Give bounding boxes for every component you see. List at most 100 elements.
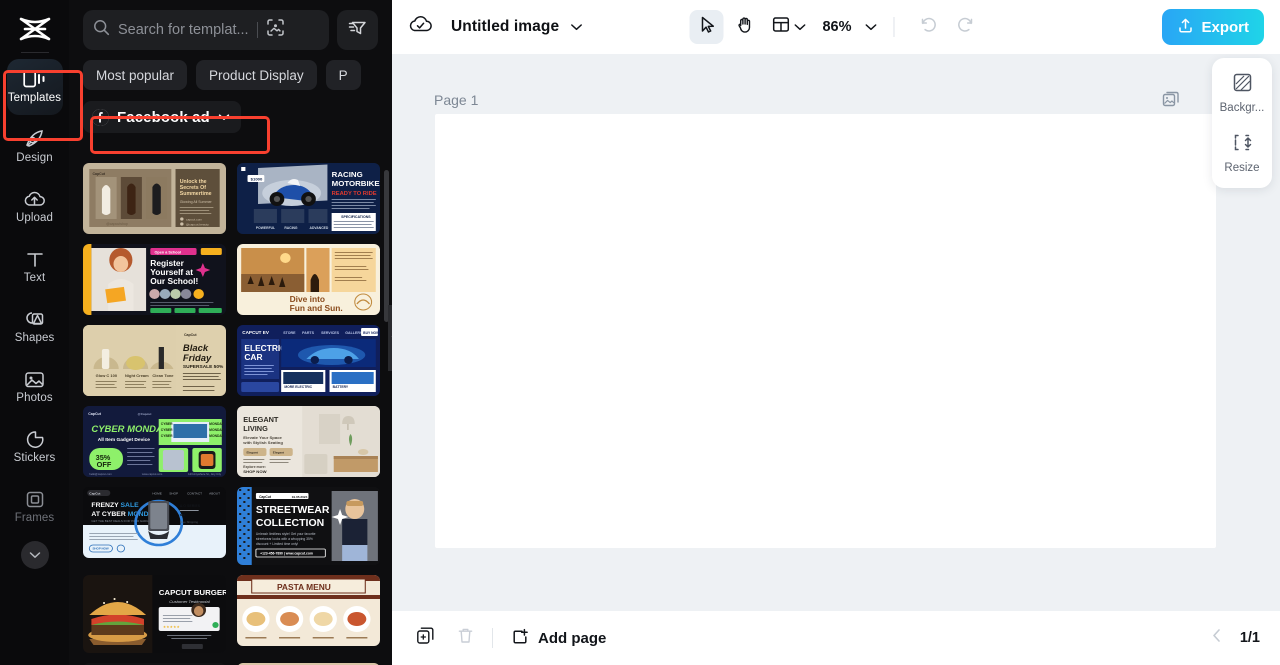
templates-icon bbox=[23, 69, 46, 89]
svg-text:Customer Testimonial: Customer Testimonial bbox=[169, 599, 210, 604]
document-title-button[interactable]: Untitled image bbox=[451, 18, 583, 36]
svg-text:GALLERY: GALLERY bbox=[345, 331, 363, 335]
image-search-icon[interactable] bbox=[266, 18, 285, 42]
page-indicator: 1/1 bbox=[1239, 630, 1260, 646]
filter-button[interactable] bbox=[337, 10, 378, 50]
template-card[interactable]: Open a School Register Yourself at Our S… bbox=[83, 244, 226, 315]
page-tools[interactable] bbox=[1162, 90, 1180, 113]
export-button[interactable]: Export bbox=[1162, 9, 1264, 45]
duplicate-image-icon[interactable] bbox=[1162, 90, 1180, 113]
redo-button[interactable] bbox=[949, 10, 983, 44]
template-card[interactable]: CapCut 19.05.2024 STREETWEAR COLLECTION … bbox=[237, 487, 380, 565]
template-card[interactable]: Glow C 100 Night Cream Clean Tone CapCut… bbox=[83, 325, 226, 396]
capcut-logo-icon[interactable] bbox=[13, 10, 57, 48]
templates-panel: Search for templat... Most popular Produ… bbox=[69, 0, 392, 665]
sidebar-item-label: Shapes bbox=[14, 331, 55, 344]
category-facebook-ad-button[interactable]: Facebook ad bbox=[83, 101, 241, 133]
app-root: Templates Design Upload Text Shapes Phot… bbox=[0, 0, 1280, 665]
prev-page-button[interactable] bbox=[1211, 628, 1222, 648]
svg-text:CapCut: CapCut bbox=[92, 172, 106, 176]
svg-text:MORE ELECTRIC: MORE ELECTRIC bbox=[284, 385, 312, 389]
hand-tool-button[interactable] bbox=[727, 10, 761, 44]
sidebar-item-label: Upload bbox=[15, 211, 54, 224]
chevron-down-icon bbox=[793, 18, 806, 36]
canvas-workspace[interactable]: Page 1 Backgr... Resize bbox=[392, 54, 1280, 611]
sidebar-item-label: Frames bbox=[14, 511, 55, 524]
template-card[interactable]: CAPCUT BURGER Customer Testimonial ★★★★★ bbox=[83, 575, 226, 653]
delete-page-button[interactable] bbox=[452, 625, 478, 651]
template-card[interactable]: CAPCUT EV STORE PARTS SERVICES GALLERY B… bbox=[237, 325, 380, 396]
hand-icon bbox=[735, 15, 754, 39]
svg-text:CAR: CAR bbox=[244, 353, 262, 362]
template-card[interactable]: $1000 RACING MOTORBIKE READY TO RIDE SPE… bbox=[237, 163, 380, 234]
duplicate-page-button[interactable] bbox=[412, 625, 438, 651]
sidebar-item-design[interactable]: Design bbox=[7, 119, 63, 175]
template-card[interactable]: ELEGANT LIVING Elevate Your Space with S… bbox=[237, 406, 380, 477]
svg-text:123 Anywhere St., Any City: 123 Anywhere St., Any City bbox=[188, 472, 222, 476]
svg-text:$1000: $1000 bbox=[251, 177, 263, 182]
svg-text:STORE: STORE bbox=[283, 331, 296, 335]
svg-text:★★★★★: ★★★★★ bbox=[163, 625, 181, 629]
sidebar-item-label: Stickers bbox=[13, 451, 56, 464]
svg-text:Elegant: Elegant bbox=[273, 451, 284, 455]
svg-text:www.capcut.com: www.capcut.com bbox=[142, 472, 163, 476]
svg-text:Dive into: Dive into bbox=[290, 295, 325, 304]
svg-text:CAPCUT EV: CAPCUT EV bbox=[242, 330, 269, 335]
svg-text:All Item Gadget Device: All Item Gadget Device bbox=[98, 437, 151, 442]
left-sidebar: Templates Design Upload Text Shapes Phot… bbox=[0, 0, 69, 665]
svg-text:STREETWEAR: STREETWEAR bbox=[256, 505, 330, 516]
template-panel-scrollbar[interactable] bbox=[384, 170, 389, 322]
chip-product-display[interactable]: Product Display bbox=[196, 60, 317, 90]
search-input[interactable]: Search for templat... bbox=[83, 10, 329, 50]
layout-tool-button[interactable] bbox=[771, 15, 806, 39]
document-title: Untitled image bbox=[451, 18, 560, 35]
bottom-bar: Add page 1/1 bbox=[392, 611, 1280, 665]
add-page-button[interactable]: Add page bbox=[511, 627, 606, 650]
svg-text:Friday: Friday bbox=[183, 353, 212, 363]
sidebar-item-text[interactable]: Text bbox=[7, 239, 63, 295]
template-card[interactable]: Dive into Fun and Sun. bbox=[237, 244, 380, 315]
sidebar-item-upload[interactable]: Upload bbox=[7, 179, 63, 235]
stickers-icon bbox=[24, 430, 45, 449]
design-canvas[interactable] bbox=[435, 114, 1216, 548]
template-card[interactable]: Unlock the Secrets Of Summertime Glowing… bbox=[83, 163, 226, 234]
sidebar-item-frames[interactable]: Frames bbox=[7, 479, 63, 535]
cloud-saved-icon[interactable] bbox=[408, 14, 433, 40]
svg-text:SUPERSALE 50%: SUPERSALE 50% bbox=[183, 364, 224, 369]
category-selector-row: Facebook ad bbox=[83, 101, 378, 133]
svg-text:CAPCUT BURGER: CAPCUT BURGER bbox=[159, 588, 226, 597]
chip-most-popular[interactable]: Most popular bbox=[83, 60, 188, 90]
svg-text:MOTORBIKE: MOTORBIKE bbox=[332, 179, 380, 188]
svg-text:Free Shipping: Free Shipping bbox=[180, 520, 199, 524]
chevron-down-icon bbox=[570, 18, 583, 36]
svg-text:CYBER: CYBER bbox=[161, 428, 173, 432]
svg-text:+123-456-7890 | www.capcut.com: +123-456-7890 | www.capcut.com bbox=[260, 552, 313, 556]
panel-collapse-handle[interactable] bbox=[388, 305, 392, 371]
sidebar-item-templates[interactable]: Templates bbox=[6, 59, 63, 115]
photos-icon bbox=[24, 370, 45, 389]
svg-text:Summertime: Summertime bbox=[180, 191, 212, 197]
sidebar-item-stickers[interactable]: Stickers bbox=[7, 419, 63, 475]
layout-icon bbox=[771, 15, 790, 39]
sidebar-item-shapes[interactable]: Shapes bbox=[7, 299, 63, 355]
dock-item-background[interactable]: Backgr... bbox=[1215, 66, 1269, 120]
category-chips: Most popular Product Display P bbox=[83, 60, 378, 90]
svg-text:BATTERY: BATTERY bbox=[333, 385, 349, 389]
cursor-arrow-icon bbox=[697, 15, 716, 39]
sidebar-more-button[interactable] bbox=[20, 541, 49, 569]
sidebar-item-photos[interactable]: Photos bbox=[7, 359, 63, 415]
svg-text:Elegant: Elegant bbox=[246, 451, 257, 455]
dock-item-resize[interactable]: Resize bbox=[1215, 126, 1269, 180]
template-card[interactable]: CapCut HOME SHOP CONTACT ABOUT FRENZY SA… bbox=[83, 487, 226, 558]
chevron-left-icon bbox=[391, 329, 392, 347]
chip-overflow[interactable]: P bbox=[325, 60, 361, 90]
template-card[interactable]: CapCut @Capcut CYBER MONDAY All Item Gad… bbox=[83, 406, 226, 477]
svg-text:FRENZY SALE: FRENZY SALE bbox=[91, 502, 139, 509]
template-card[interactable]: PASTA MENU bbox=[237, 575, 380, 646]
svg-text:CYBER: CYBER bbox=[161, 434, 173, 438]
undo-button[interactable] bbox=[911, 10, 945, 44]
main-area: Untitled image 86% Export Page 1 Backgr.… bbox=[392, 0, 1280, 665]
zoom-control[interactable]: 86% bbox=[810, 18, 877, 36]
chevron-down-icon bbox=[218, 108, 230, 126]
select-tool-button[interactable] bbox=[689, 10, 724, 44]
